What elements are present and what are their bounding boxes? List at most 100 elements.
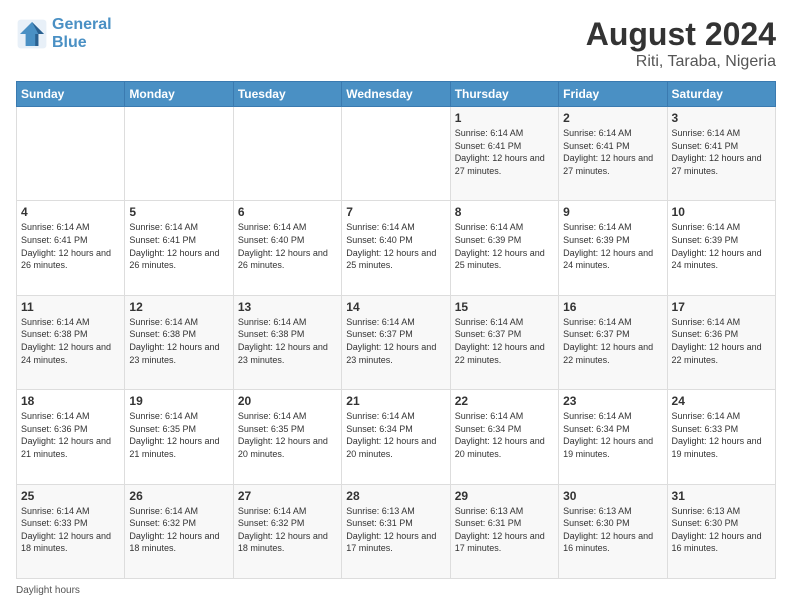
day-info: Sunrise: 6:14 AM Sunset: 6:41 PM Dayligh… <box>455 127 554 177</box>
day-number: 7 <box>346 205 445 219</box>
day-number: 21 <box>346 394 445 408</box>
calendar-cell: 22Sunrise: 6:14 AM Sunset: 6:34 PM Dayli… <box>450 390 558 484</box>
day-number: 25 <box>21 489 120 503</box>
calendar-cell: 17 Sunrise: 6:14 AM Sunset: 6:36 PM Dayli… <box>667 295 775 389</box>
calendar-week-3: 11Sunrise: 6:14 AM Sunset: 6:38 PM Dayli… <box>17 295 776 389</box>
day-info: Sunrise: 6:13 AM Sunset: 6:30 PM Dayligh… <box>563 505 662 555</box>
calendar-cell: 14 Sunrise: 6:14 AM Sunset: 6:37 PM Dayli… <box>342 295 450 389</box>
calendar-cell: 30 Sunrise: 6:13 AM Sunset: 6:30 PM Dayli… <box>559 484 667 578</box>
day-number: 12 <box>129 300 228 314</box>
day-number: 10 <box>672 205 771 219</box>
col-tuesday: Tuesday <box>233 82 341 107</box>
day-info: Sunrise: 6:14 AM Sunset: 6:36 PM Dayligh… <box>672 316 771 366</box>
calendar-cell: 19Sunrise: 6:14 AM Sunset: 6:35 PM Dayli… <box>125 390 233 484</box>
day-info: Sunrise: 6:14 AM Sunset: 6:38 PM Dayligh… <box>238 316 337 366</box>
calendar-cell: 21 Sunrise: 6:14 AM Sunset: 6:34 PM Dayli… <box>342 390 450 484</box>
calendar-cell: 13 Sunrise: 6:14 AM Sunset: 6:38 PM Dayli… <box>233 295 341 389</box>
day-number: 3 <box>672 111 771 125</box>
day-info: Sunrise: 6:14 AM Sunset: 6:34 PM Dayligh… <box>563 410 662 460</box>
col-friday: Friday <box>559 82 667 107</box>
day-info: Sunrise: 6:14 AM Sunset: 6:39 PM Dayligh… <box>672 221 771 271</box>
calendar-cell <box>342 107 450 201</box>
calendar-header: Sunday Monday Tuesday Wednesday Thursday… <box>17 82 776 107</box>
day-number: 23 <box>563 394 662 408</box>
header-row: Sunday Monday Tuesday Wednesday Thursday… <box>17 82 776 107</box>
day-number: 30 <box>563 489 662 503</box>
calendar-cell: 6 Sunrise: 6:14 AM Sunset: 6:40 PM Daylig… <box>233 201 341 295</box>
col-thursday: Thursday <box>450 82 558 107</box>
footer-note: Daylight hours <box>16 585 776 596</box>
calendar-cell: 18Sunrise: 6:14 AM Sunset: 6:36 PM Dayli… <box>17 390 125 484</box>
day-info: Sunrise: 6:14 AM Sunset: 6:41 PM Dayligh… <box>21 221 120 271</box>
logo-text: General Blue <box>52 16 112 51</box>
calendar-cell: 3 Sunrise: 6:14 AM Sunset: 6:41 PM Daylig… <box>667 107 775 201</box>
day-number: 22 <box>455 394 554 408</box>
day-info: Sunrise: 6:14 AM Sunset: 6:36 PM Dayligh… <box>21 410 120 460</box>
day-info: Sunrise: 6:14 AM Sunset: 6:37 PM Dayligh… <box>455 316 554 366</box>
col-sunday: Sunday <box>17 82 125 107</box>
header: General Blue August 2024 Riti, Taraba, N… <box>16 16 776 71</box>
col-monday: Monday <box>125 82 233 107</box>
day-number: 26 <box>129 489 228 503</box>
day-info: Sunrise: 6:14 AM Sunset: 6:41 PM Dayligh… <box>563 127 662 177</box>
day-number: 24 <box>672 394 771 408</box>
day-number: 20 <box>238 394 337 408</box>
day-info: Sunrise: 6:14 AM Sunset: 6:35 PM Dayligh… <box>238 410 337 460</box>
calendar-cell: 2Sunrise: 6:14 AM Sunset: 6:41 PM Daylig… <box>559 107 667 201</box>
calendar-cell: 11Sunrise: 6:14 AM Sunset: 6:38 PM Dayli… <box>17 295 125 389</box>
calendar-cell: 27Sunrise: 6:14 AM Sunset: 6:32 PM Dayli… <box>233 484 341 578</box>
day-number: 13 <box>238 300 337 314</box>
day-number: 6 <box>238 205 337 219</box>
day-number: 8 <box>455 205 554 219</box>
title-block: August 2024 Riti, Taraba, Nigeria <box>586 16 776 71</box>
calendar-cell: 28Sunrise: 6:13 AM Sunset: 6:31 PM Dayli… <box>342 484 450 578</box>
page: General Blue August 2024 Riti, Taraba, N… <box>0 0 792 612</box>
day-info: Sunrise: 6:14 AM Sunset: 6:34 PM Dayligh… <box>346 410 445 460</box>
day-number: 14 <box>346 300 445 314</box>
location: Riti, Taraba, Nigeria <box>586 53 776 71</box>
logo-line2: Blue <box>52 34 112 52</box>
calendar-body: 1 Sunrise: 6:14 AM Sunset: 6:41 PM Daylig… <box>17 107 776 579</box>
logo: General Blue <box>16 16 112 51</box>
day-info: Sunrise: 6:14 AM Sunset: 6:33 PM Dayligh… <box>21 505 120 555</box>
calendar-cell: 7 Sunrise: 6:14 AM Sunset: 6:40 PM Daylig… <box>342 201 450 295</box>
day-number: 1 <box>455 111 554 125</box>
calendar-week-5: 25 Sunrise: 6:14 AM Sunset: 6:33 PM Dayli… <box>17 484 776 578</box>
main-title: August 2024 <box>586 16 776 53</box>
day-info: Sunrise: 6:14 AM Sunset: 6:40 PM Dayligh… <box>346 221 445 271</box>
logo-icon <box>16 18 48 50</box>
day-number: 9 <box>563 205 662 219</box>
day-number: 31 <box>672 489 771 503</box>
calendar-week-4: 18Sunrise: 6:14 AM Sunset: 6:36 PM Dayli… <box>17 390 776 484</box>
day-number: 17 <box>672 300 771 314</box>
calendar-cell: 26 Sunrise: 6:14 AM Sunset: 6:32 PM Dayli… <box>125 484 233 578</box>
logo-line1: General <box>52 16 112 34</box>
day-info: Sunrise: 6:14 AM Sunset: 6:40 PM Dayligh… <box>238 221 337 271</box>
calendar-cell: 12 Sunrise: 6:14 AM Sunset: 6:38 PM Dayli… <box>125 295 233 389</box>
calendar-cell <box>17 107 125 201</box>
day-number: 19 <box>129 394 228 408</box>
day-info: Sunrise: 6:14 AM Sunset: 6:32 PM Dayligh… <box>129 505 228 555</box>
day-info: Sunrise: 6:14 AM Sunset: 6:41 PM Dayligh… <box>672 127 771 177</box>
day-info: Sunrise: 6:14 AM Sunset: 6:39 PM Dayligh… <box>455 221 554 271</box>
day-number: 27 <box>238 489 337 503</box>
day-number: 29 <box>455 489 554 503</box>
day-info: Sunrise: 6:14 AM Sunset: 6:37 PM Dayligh… <box>563 316 662 366</box>
day-number: 15 <box>455 300 554 314</box>
day-number: 5 <box>129 205 228 219</box>
calendar-cell: 10 Sunrise: 6:14 AM Sunset: 6:39 PM Dayli… <box>667 201 775 295</box>
day-info: Sunrise: 6:14 AM Sunset: 6:38 PM Dayligh… <box>129 316 228 366</box>
day-info: Sunrise: 6:13 AM Sunset: 6:31 PM Dayligh… <box>346 505 445 555</box>
day-number: 4 <box>21 205 120 219</box>
day-info: Sunrise: 6:14 AM Sunset: 6:41 PM Dayligh… <box>129 221 228 271</box>
calendar-cell: 8 Sunrise: 6:14 AM Sunset: 6:39 PM Daylig… <box>450 201 558 295</box>
day-info: Sunrise: 6:13 AM Sunset: 6:30 PM Dayligh… <box>672 505 771 555</box>
day-info: Sunrise: 6:14 AM Sunset: 6:33 PM Dayligh… <box>672 410 771 460</box>
day-number: 16 <box>563 300 662 314</box>
calendar-cell: 31 Sunrise: 6:13 AM Sunset: 6:30 PM Dayli… <box>667 484 775 578</box>
day-info: Sunrise: 6:14 AM Sunset: 6:38 PM Dayligh… <box>21 316 120 366</box>
day-info: Sunrise: 6:14 AM Sunset: 6:37 PM Dayligh… <box>346 316 445 366</box>
calendar-week-1: 1 Sunrise: 6:14 AM Sunset: 6:41 PM Daylig… <box>17 107 776 201</box>
calendar-cell <box>233 107 341 201</box>
calendar-cell: 25 Sunrise: 6:14 AM Sunset: 6:33 PM Dayli… <box>17 484 125 578</box>
